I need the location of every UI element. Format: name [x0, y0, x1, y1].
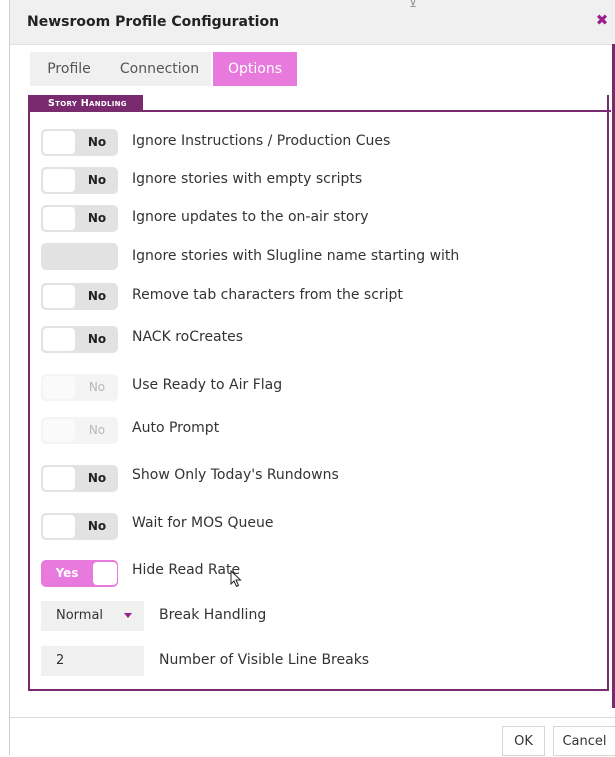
todays-rundowns-toggle[interactable]: No	[41, 465, 118, 492]
option-row: Ignore stories with Slugline name starti…	[30, 243, 590, 271]
toggle-knob	[43, 467, 75, 490]
footer-divider	[10, 717, 615, 718]
option-label: Wait for MOS Queue	[132, 515, 274, 531]
wait-for-mos-queue-toggle[interactable]: No	[41, 513, 118, 540]
tab-profile[interactable]: Profile	[30, 52, 108, 86]
toggle-knob	[43, 285, 75, 308]
tab-options[interactable]: Options	[213, 52, 297, 86]
toggle-value: No	[88, 423, 106, 437]
select-value: Normal	[56, 608, 104, 623]
break-handling-row: Normal Break Handling	[30, 601, 590, 631]
mouse-cursor-icon	[230, 570, 242, 588]
toggle-value: No	[88, 380, 106, 394]
story-handling-panel: Story Handling No Ignore Instructions / …	[28, 95, 611, 691]
section-title-text: Story Handling	[48, 98, 127, 109]
visible-line-breaks-input[interactable]: 2	[41, 646, 144, 676]
toggle-value: No	[87, 471, 107, 485]
hide-read-rate-toggle[interactable]: Yes	[41, 560, 118, 587]
chevron-down-icon	[124, 613, 132, 618]
option-row: No Ignore stories with empty scripts	[30, 167, 590, 195]
input-value: 2	[56, 653, 65, 668]
line-breaks-row: 2 Number of Visible Line Breaks	[30, 646, 590, 676]
ignore-empty-scripts-toggle[interactable]: No	[41, 167, 118, 194]
toggle-knob	[43, 131, 75, 154]
option-row: No Remove tab characters from the script	[30, 283, 590, 311]
option-row: Yes Hide Read Rate	[30, 560, 590, 588]
toggle-knob	[43, 207, 75, 230]
break-handling-label: Break Handling	[159, 607, 267, 623]
option-label: NACK roCreates	[132, 329, 244, 345]
toggle-knob	[43, 169, 75, 192]
break-handling-select[interactable]: Normal	[41, 601, 144, 631]
option-label: Auto Prompt	[132, 420, 220, 436]
option-row: No Show Only Today's Rundowns	[30, 465, 590, 493]
nack-rocreates-toggle[interactable]: No	[41, 326, 118, 353]
option-label: Ignore stories with Slugline name starti…	[132, 248, 460, 264]
toggle-value: Yes	[55, 566, 79, 580]
option-row: No NACK roCreates	[30, 326, 590, 354]
dialog-titlebar: Newsroom Profile Configuration ⊻ ✖	[10, 0, 615, 45]
toggle-value: No	[87, 332, 107, 346]
option-label: Ignore stories with empty scripts	[132, 171, 363, 187]
close-icon[interactable]: ✖	[592, 10, 612, 30]
remove-tab-characters-toggle[interactable]: No	[41, 283, 118, 310]
ignore-onair-updates-toggle[interactable]: No	[41, 205, 118, 232]
dialog-title: Newsroom Profile Configuration	[27, 14, 280, 30]
option-label: Hide Read Rate	[132, 562, 241, 578]
option-row: No Wait for MOS Queue	[30, 513, 590, 541]
ok-button[interactable]: OK	[502, 726, 545, 756]
cancel-button[interactable]: Cancel	[553, 726, 615, 756]
option-label: Remove tab characters from the script	[132, 287, 403, 303]
toggle-knob	[93, 562, 117, 585]
option-row: No Auto Prompt	[30, 417, 590, 445]
option-label: Show Only Today's Rundowns	[132, 467, 339, 483]
slugline-prefix-input[interactable]	[41, 243, 118, 270]
toggle-value: No	[87, 135, 107, 149]
toggle-knob	[43, 376, 75, 399]
toggle-value: No	[87, 173, 107, 187]
ready-to-air-toggle[interactable]: No	[41, 374, 118, 401]
option-row: No Use Ready to Air Flag	[30, 374, 590, 402]
auto-prompt-toggle[interactable]: No	[41, 417, 118, 444]
toggle-knob	[43, 515, 75, 538]
option-row: No Ignore Instructions / Production Cues	[30, 129, 590, 157]
toggle-value: No	[87, 289, 107, 303]
visible-line-breaks-label: Number of Visible Line Breaks	[159, 652, 370, 668]
drag-handle-icon[interactable]: ⊻	[402, 0, 424, 12]
option-row: No Ignore updates to the on-air story	[30, 205, 590, 233]
option-label: Ignore Instructions / Production Cues	[132, 133, 391, 149]
tab-connection[interactable]: Connection	[108, 52, 211, 86]
ignore-instructions-toggle[interactable]: No	[41, 129, 118, 156]
option-label: Ignore updates to the on-air story	[132, 209, 369, 225]
toggle-knob	[43, 328, 75, 351]
toggle-knob	[43, 419, 75, 442]
toggle-value: No	[87, 211, 107, 225]
newsroom-profile-dialog: Newsroom Profile Configuration ⊻ ✖ Profi…	[9, 0, 615, 756]
section-title: Story Handling	[30, 95, 143, 112]
option-label: Use Ready to Air Flag	[132, 377, 283, 393]
toggle-value: No	[87, 519, 107, 533]
